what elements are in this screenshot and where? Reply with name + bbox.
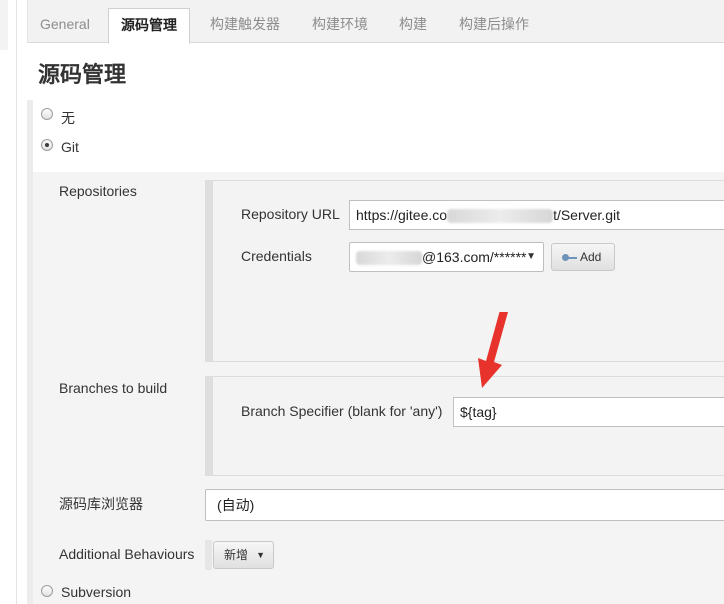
redacted-text <box>447 209 554 224</box>
scm-svn-radio[interactable] <box>41 585 53 597</box>
branches-bar <box>205 376 212 476</box>
scm-git-radio[interactable] <box>41 139 53 151</box>
tab-general[interactable]: General <box>28 8 102 43</box>
left-gutter <box>0 0 17 604</box>
additional-behaviours-label: Additional Behaviours <box>59 546 195 562</box>
additional-bar <box>205 540 212 570</box>
scm-none-radio[interactable] <box>41 108 53 120</box>
chevron-down-icon: ▼ <box>256 550 265 560</box>
add-credentials-label: Add <box>580 250 602 264</box>
scm-git-label[interactable]: Git <box>61 139 79 155</box>
redacted-text <box>356 251 422 266</box>
repositories-label: Repositories <box>59 183 137 199</box>
chevron-down-icon: ▼ <box>526 251 536 262</box>
tab-build[interactable]: 构建 <box>387 8 439 43</box>
repo-url-prefix: https://gitee.co <box>356 207 448 223</box>
branches-label: Branches to build <box>59 380 168 396</box>
browser-label: 源码库浏览器 <box>59 496 143 512</box>
repositories-bar <box>205 180 212 362</box>
add-behaviour-label: 新增 <box>224 548 249 562</box>
gutter-shade <box>0 0 8 50</box>
tab-build-environment[interactable]: 构建环境 <box>300 8 380 43</box>
add-credentials-button[interactable]: Add <box>551 243 615 271</box>
key-icon <box>562 253 578 263</box>
scm-none-label[interactable]: 无 <box>61 108 75 128</box>
branch-specifier-label: Branch Specifier (blank for 'any') <box>241 403 443 419</box>
red-arrow <box>478 312 508 388</box>
branch-specifier-input[interactable]: ${tag} <box>453 397 724 427</box>
credentials-label: Credentials <box>241 248 312 264</box>
tab-scm[interactable]: 源码管理 <box>108 8 190 44</box>
repo-browser-select[interactable]: (自动) <box>205 489 724 521</box>
credentials-value: @163.com/****** <box>422 249 527 265</box>
section-title: 源码管理 <box>38 62 127 87</box>
tab-build-triggers[interactable]: 构建触发器 <box>198 8 292 43</box>
repo-url-input[interactable]: https://gitee.co t/Server.git <box>349 200 724 230</box>
credentials-select[interactable]: @163.com/****** ▼ <box>349 242 544 272</box>
repo-url-suffix: t/Server.git <box>553 207 620 223</box>
scm-svn-label[interactable]: Subversion <box>61 584 131 600</box>
repo-url-label: Repository URL <box>241 206 340 222</box>
tab-post-build[interactable]: 构建后操作 <box>447 8 541 43</box>
add-behaviour-button[interactable]: 新增 ▼ <box>213 541 274 569</box>
tab-bar: General 源码管理 构建触发器 构建环境 构建 构建后操作 <box>27 0 724 44</box>
